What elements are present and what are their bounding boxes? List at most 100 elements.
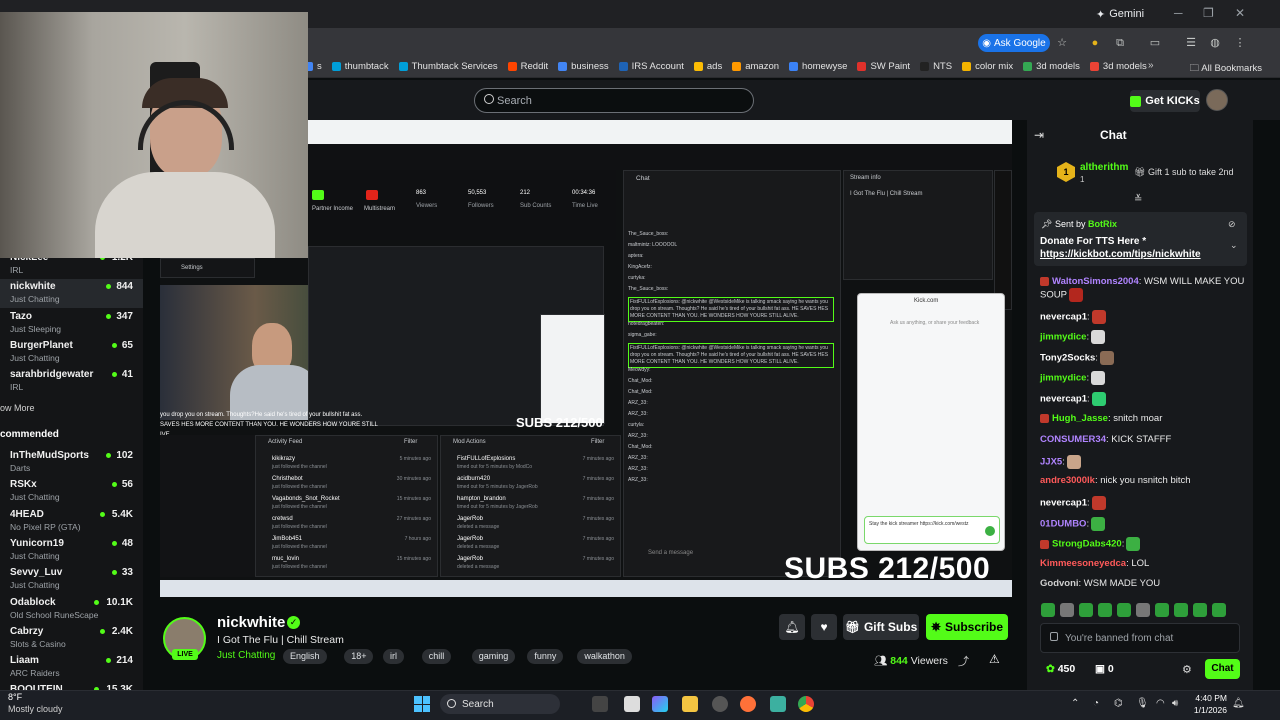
speaker-icon[interactable]: 🔊︎ — [1172, 698, 1178, 709]
stream-tag[interactable]: irl — [383, 649, 404, 664]
chat-username[interactable]: Kimmeesoneyedca — [1040, 558, 1126, 569]
chrome-icon[interactable] — [798, 696, 814, 712]
stream-tag[interactable]: gaming — [471, 649, 516, 664]
weather-description[interactable]: Mostly cloudy — [8, 704, 63, 714]
expand-leaderboard-icon[interactable]: ≚ — [1134, 194, 1142, 205]
sidebar-channel-item[interactable]: sarahbridgewater IRL 41 — [0, 367, 143, 396]
gemini-button[interactable]: ✦ Gemini — [1096, 4, 1152, 24]
bookmark-item[interactable]: 3d models — [1089, 61, 1147, 72]
chat-username[interactable]: 01DUMBO — [1040, 519, 1086, 530]
sidebar-channel-item[interactable]: RSKx Just Chatting 56 — [0, 477, 143, 506]
emote-shortcut-icon[interactable] — [1098, 603, 1112, 617]
notepad-icon[interactable] — [624, 696, 640, 712]
chat-username[interactable]: JJX5 — [1040, 457, 1062, 468]
bluetooth-icon[interactable]: ⌬ — [1114, 698, 1123, 709]
clock-date[interactable]: 1/1/2026 — [1193, 705, 1227, 715]
user-avatar[interactable] — [1206, 89, 1228, 111]
chat-username[interactable]: nevercap1 — [1040, 498, 1087, 509]
chat-input[interactable]: You're banned from chat — [1040, 623, 1240, 653]
gear-icon[interactable]: ⚙ — [1182, 663, 1192, 676]
top-gifter-name[interactable]: altherithm — [1080, 162, 1128, 173]
sidebar-channel-item[interactable]: InTheMudSports Darts 102 — [0, 448, 143, 477]
obs-icon[interactable] — [712, 696, 728, 712]
bookmark-item[interactable]: amazon — [732, 61, 779, 72]
windows-start-icon[interactable] — [414, 696, 430, 712]
emote-shortcut-icon[interactable] — [1193, 603, 1207, 617]
emote-shortcut-icon[interactable] — [1155, 603, 1169, 617]
chevron-down-icon[interactable]: ⌄ — [1230, 240, 1238, 251]
ask-google-button[interactable]: ◉ Ask Google — [978, 34, 1050, 52]
puzzle-icon[interactable]: ⧉ — [1113, 36, 1127, 50]
all-bookmarks[interactable]: 🗀 All Bookmarks — [1190, 61, 1262, 77]
streamer-name[interactable]: nickwhite — [217, 614, 285, 631]
sidebar-channel-item[interactable]: Sevvy_Luv Just Chatting 33 — [0, 565, 143, 594]
maximize-icon[interactable]: ❐ — [1203, 6, 1214, 20]
sidebar-channel-item[interactable]: nickwhite Just Chatting 844 — [0, 279, 143, 309]
weather-temperature[interactable]: 8°F — [8, 692, 22, 702]
subscribe-button[interactable]: ✵ Subscribe — [926, 614, 1008, 640]
chat-username[interactable]: nevercap1 — [1040, 312, 1087, 323]
chat-username[interactable]: CONSUMER34 — [1040, 434, 1106, 445]
close-icon[interactable]: ✕ — [1235, 6, 1245, 20]
bookmark-item[interactable]: business — [558, 61, 609, 72]
reading-list-icon[interactable]: ☰ — [1184, 36, 1198, 50]
notifications-button[interactable]: 🔔︎ — [779, 614, 805, 640]
emote-shortcut-icon[interactable] — [1136, 603, 1150, 617]
gift-subs-button[interactable]: 🎁︎ Gift Subs — [843, 614, 919, 640]
profile-icon[interactable]: ◍ — [1208, 36, 1222, 50]
bookmark-item[interactable]: homewyse — [789, 61, 847, 72]
kebab-menu-icon[interactable]: ⋮ — [1233, 36, 1247, 50]
chat-username[interactable]: jimmydice — [1040, 332, 1086, 343]
sidebar-channel-item[interactable]: 4HEAD No Pixel RP (GTA) 5.4K — [0, 507, 143, 536]
show-more-link[interactable]: ow More — [0, 403, 35, 413]
collapse-chat-icon[interactable]: ⇥ — [1034, 128, 1044, 142]
copilot-icon[interactable] — [652, 696, 668, 712]
extension-icon[interactable]: ● — [1088, 36, 1102, 50]
sidebar-channel-item[interactable]: BurgerPlanet Just Chatting 65 — [0, 338, 143, 367]
chat-username[interactable]: jimmydice — [1040, 373, 1086, 384]
report-icon[interactable]: ⚠ — [989, 652, 1000, 666]
clock-time[interactable]: 4:40 PM — [1193, 693, 1227, 703]
chat-username[interactable]: StrongDabs420 — [1052, 539, 1122, 550]
chevron-up-icon[interactable]: ⌃ — [1071, 698, 1079, 709]
sidebar-channel-item[interactable]: Odablock Old School RuneScape 10.1K — [0, 595, 143, 624]
bookmark-item[interactable]: Thumbtack Services — [398, 61, 498, 72]
page-scrollbar[interactable] — [1253, 120, 1280, 690]
bookmark-item[interactable]: color mix — [962, 61, 1013, 72]
emote-shortcut-icon[interactable] — [1041, 603, 1055, 617]
search-input[interactable]: Search — [474, 88, 754, 113]
chat-username[interactable]: Hugh_Jasse — [1052, 413, 1108, 424]
kicks-balance[interactable]: ✿ 450 — [1046, 663, 1075, 675]
chat-username[interactable]: nevercap1 — [1040, 394, 1087, 405]
unpin-icon[interactable]: ⊘ — [1228, 219, 1236, 230]
emote-shortcut-icon[interactable] — [1060, 603, 1074, 617]
emote-shortcut-icon[interactable] — [1079, 603, 1093, 617]
chat-username[interactable]: Tony2Socks — [1040, 353, 1095, 364]
bookmark-item[interactable]: ads — [693, 61, 722, 72]
chat-username[interactable]: Godvoni — [1040, 578, 1079, 589]
bookmark-item[interactable]: Reddit — [507, 61, 548, 72]
chat-username[interactable]: WaltonSimons2004 — [1052, 276, 1139, 287]
taskbar-search[interactable]: Search — [440, 694, 560, 714]
badge-balance[interactable]: ▣ 0 — [1095, 663, 1114, 675]
get-kicks-button[interactable]: Get KICKs — [1130, 90, 1200, 112]
wifi-icon[interactable]: ◠ — [1156, 698, 1165, 709]
bookmark-item[interactable]: 3d models — [1023, 61, 1080, 72]
emote-shortcut-icon[interactable] — [1117, 603, 1131, 617]
file-explorer-icon[interactable] — [682, 696, 698, 712]
stream-tag[interactable]: 18+ — [344, 649, 374, 664]
star-icon[interactable]: ☆ — [1055, 36, 1069, 50]
stream-tag[interactable]: walkathon — [577, 649, 632, 664]
sidebar-channel-item[interactable]: Cabrzy Slots & Casino 2.4K — [0, 624, 143, 653]
app-icon[interactable] — [770, 696, 786, 712]
bookmark-item[interactable]: thumbtack — [331, 61, 389, 72]
stream-tag[interactable]: funny — [527, 649, 564, 664]
stream-category[interactable]: Just Chatting — [217, 650, 275, 661]
chat-username[interactable]: andre3000lk — [1040, 475, 1095, 486]
tray-app-icon[interactable]: ◔ — [1093, 698, 1099, 709]
emote-shortcut-icon[interactable] — [1212, 603, 1226, 617]
sidebar-channel-item[interactable]: Tazo Just Sleeping 347 — [0, 309, 143, 338]
bookmark-item[interactable]: NTS — [920, 61, 952, 72]
chevron-right-icon[interactable]: » — [1148, 60, 1154, 71]
microphone-icon[interactable]: 🎙︎ — [1136, 698, 1149, 709]
